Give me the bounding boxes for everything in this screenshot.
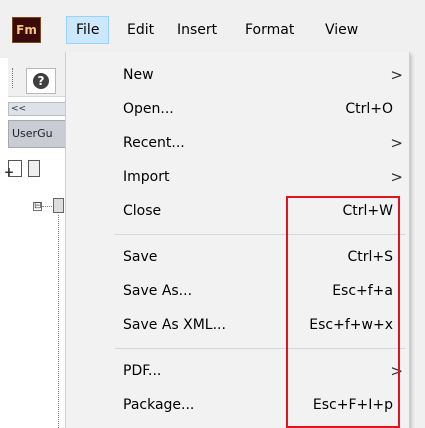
menu-file[interactable]: File: [66, 16, 110, 44]
add-document-icon[interactable]: [4, 160, 22, 179]
menu-bar: Fm File Edit Insert Format View: [0, 0, 425, 58]
submenu-arrow-icon: >: [390, 66, 403, 84]
menu-item-label: Save As...: [123, 283, 193, 299]
menu-item-pdf[interactable]: PDF... >: [66, 354, 409, 388]
tree-connector: [42, 206, 52, 207]
menu-item-save-as-xml[interactable]: Save As XML... Esc+f+w+x: [66, 308, 409, 342]
menu-separator: [115, 348, 405, 349]
menu-item-label: Close: [123, 203, 162, 219]
menu-item-label: Open...: [123, 101, 174, 117]
menu-item-label: Recent...: [123, 135, 185, 151]
submenu-arrow-icon: >: [390, 168, 403, 186]
app-logo-text: Fm: [16, 23, 37, 37]
menu-item-recent[interactable]: Recent... >: [66, 126, 409, 160]
menu-item-close[interactable]: Close Ctrl+W: [66, 194, 409, 228]
menu-item-shortcut: Esc+f+a: [332, 283, 393, 299]
submenu-arrow-icon: >: [390, 134, 403, 152]
menu-item-shortcut: Ctrl+S: [347, 249, 393, 265]
menu-item-import[interactable]: Import >: [66, 160, 409, 194]
menu-item-new[interactable]: New >: [66, 58, 409, 92]
menu-item-label: Save As XML...: [123, 317, 226, 333]
menu-item-shortcut: Ctrl+W: [342, 203, 393, 219]
menu-item-shortcut: Esc+f+w+x: [309, 317, 393, 333]
help-icon: ?: [33, 73, 49, 89]
menu-format[interactable]: Format: [236, 16, 303, 44]
menu-insert[interactable]: Insert: [168, 16, 226, 44]
menu-edit[interactable]: Edit: [118, 16, 163, 44]
menu-separator: [115, 234, 405, 235]
menu-item-label: Package...: [123, 397, 195, 413]
menu-view[interactable]: View: [316, 16, 367, 44]
menu-item-shortcut: Esc+F+I+p: [312, 397, 393, 413]
menu-item-save-as[interactable]: Save As... Esc+f+a: [66, 274, 409, 308]
document-icon[interactable]: [28, 160, 40, 177]
menu-item-shortcut: Ctrl+O: [345, 101, 393, 117]
menu-item-label: PDF...: [123, 363, 162, 379]
tree-collapse-icon[interactable]: ⊟: [33, 202, 42, 211]
menu-item-save[interactable]: Save Ctrl+S: [66, 240, 409, 274]
help-button[interactable]: ?: [26, 68, 56, 94]
menu-item-label: Save: [123, 249, 158, 265]
tree-connector-vertical: [58, 215, 59, 428]
submenu-arrow-icon: >: [390, 362, 403, 380]
menu-item-package[interactable]: Package... Esc+F+I+p: [66, 388, 409, 422]
toolbar-grip-icon[interactable]: [12, 68, 15, 88]
menu-item-label: Import: [123, 169, 170, 185]
menu-item-label: New: [123, 67, 154, 83]
menu-item-open[interactable]: Open... Ctrl+O: [66, 92, 409, 126]
tree-node-icon[interactable]: [53, 198, 64, 213]
file-menu-dropdown: New > Open... Ctrl+O Recent... > Import …: [65, 52, 410, 428]
app-logo-icon: Fm: [12, 17, 41, 43]
